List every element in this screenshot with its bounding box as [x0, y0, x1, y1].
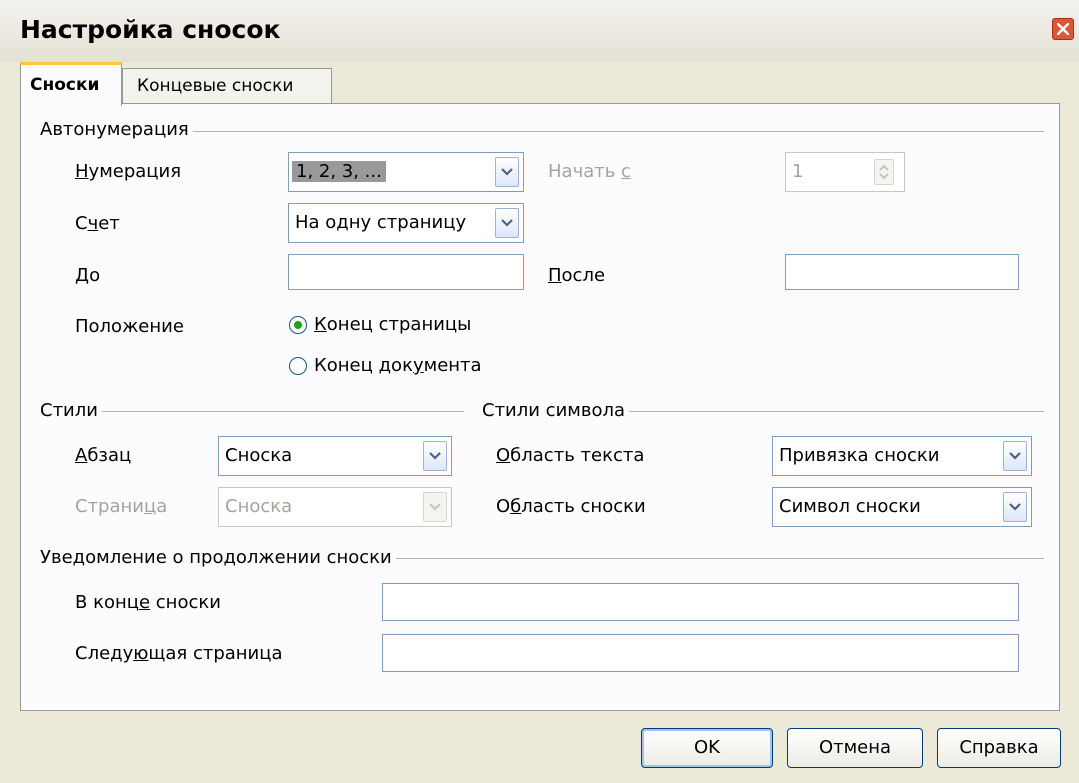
counting-dropdown-button[interactable]	[495, 208, 519, 238]
styles-section-label: Стили	[40, 400, 102, 421]
paragraph-label: Абзац	[75, 445, 132, 466]
before-label: До	[75, 265, 101, 286]
position-label: Положение	[75, 316, 184, 337]
char-styles-section-label: Стили символа	[482, 400, 630, 421]
chevron-down-icon	[501, 219, 513, 227]
continuation-section-label: Уведомление о продолжении сноски	[40, 547, 396, 568]
chevron-down-icon	[501, 168, 513, 176]
doc-end-label[interactable]: Конец документа	[314, 355, 482, 376]
styles-separator	[40, 411, 464, 412]
counting-label: Счет	[75, 213, 120, 234]
chevron-down-icon	[1009, 503, 1021, 511]
numbering-value: 1, 2, 3, ...	[292, 161, 386, 182]
text-area-label: Область текста	[496, 445, 645, 466]
cancel-button[interactable]: Отмена	[787, 728, 923, 768]
help-button[interactable]: Справка	[937, 728, 1061, 768]
start-spin-buttons[interactable]	[874, 159, 894, 185]
footnote-settings-dialog: Настройка сносок Сноски Концевые сноски …	[0, 0, 1079, 783]
ok-button[interactable]: OK	[641, 728, 773, 768]
radio-selected-dot	[294, 321, 302, 329]
numbering-dropdown-button[interactable]	[495, 157, 519, 187]
end-of-footnote-input[interactable]	[382, 583, 1019, 621]
chevron-down-icon	[1009, 452, 1021, 460]
counting-select[interactable]: На одну страницу	[288, 203, 524, 243]
footnote-area-select[interactable]: Символ сноски	[772, 487, 1032, 527]
text-area-dropdown-button[interactable]	[1003, 441, 1027, 471]
page-style-value: Сноска	[225, 496, 293, 517]
footnote-area-label: Область сноски	[496, 496, 646, 517]
numbering-label: Нумерация	[75, 161, 182, 182]
next-page-input[interactable]	[382, 634, 1019, 672]
text-area-value: Привязка сноски	[779, 445, 940, 466]
page-style-dropdown-button[interactable]	[423, 492, 447, 522]
page-style-select[interactable]: Сноска	[218, 487, 452, 527]
chevron-down-icon	[429, 452, 441, 460]
before-input[interactable]	[288, 254, 524, 290]
after-label: После	[548, 265, 606, 286]
paragraph-dropdown-button[interactable]	[423, 441, 447, 471]
radio-doc-end[interactable]	[289, 357, 307, 375]
autonum-section-label: Автонумерация	[40, 119, 193, 140]
start-label: Начать с	[548, 161, 631, 182]
next-page-label: Следующая страница	[75, 643, 283, 664]
after-input[interactable]	[785, 254, 1019, 290]
footnote-area-value: Символ сноски	[779, 496, 921, 517]
counting-value: На одну страницу	[295, 212, 467, 233]
page-end-label[interactable]: Конец страницы	[314, 314, 471, 335]
chevron-down-icon	[429, 503, 441, 511]
spin-arrows-icon	[879, 164, 889, 180]
paragraph-select[interactable]: Сноска	[218, 436, 452, 476]
end-of-footnote-label: В конце сноски	[75, 592, 221, 613]
footnote-area-dropdown-button[interactable]	[1003, 492, 1027, 522]
paragraph-value: Сноска	[225, 445, 293, 466]
radio-page-end[interactable]	[289, 316, 307, 334]
numbering-select[interactable]: 1, 2, 3, ...	[288, 152, 524, 192]
text-area-select[interactable]: Привязка сноски	[772, 436, 1032, 476]
page-style-label: Страница	[75, 496, 168, 517]
start-spinner[interactable]: 1	[785, 152, 905, 192]
numbering-label-text: умерация	[88, 161, 182, 182]
start-value: 1	[792, 161, 804, 182]
